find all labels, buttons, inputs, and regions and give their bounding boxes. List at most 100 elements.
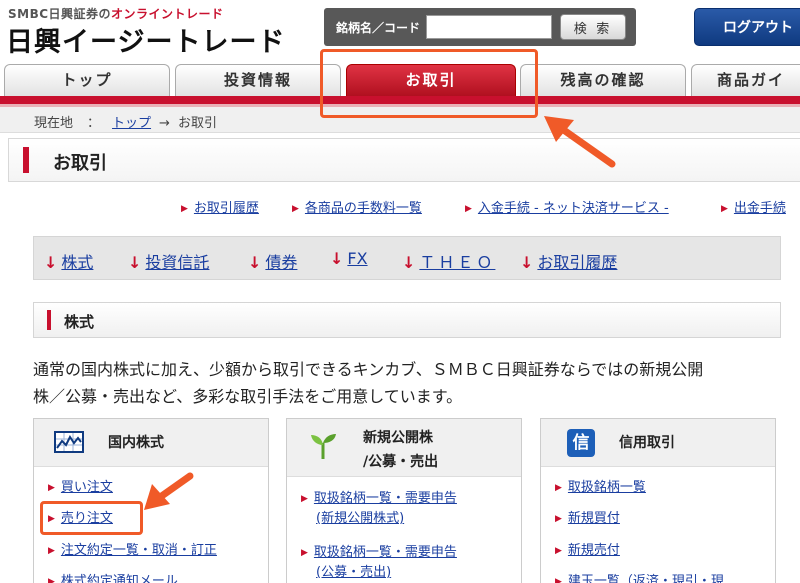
callout-box-sell-order xyxy=(40,501,143,535)
card-link-sublabel: (新規公開株式) xyxy=(316,511,405,526)
margin-list-link[interactable]: ▶ 取扱銘柄一覧 xyxy=(555,478,646,498)
triangle-bullet-icon: ▶ xyxy=(48,483,55,493)
anchor-link-label: 債券 xyxy=(265,253,298,272)
anchor-link-stocks[interactable]: ↓ 株式 xyxy=(44,249,93,273)
quick-link-withdrawal[interactable]: ▶ 出金手続 xyxy=(721,197,786,216)
section-accent-mark xyxy=(47,310,51,330)
triangle-bullet-icon: ▶ xyxy=(181,204,188,214)
triangle-bullet-icon: ▶ xyxy=(301,494,308,504)
quick-links: ▶ お取引履歴 ▶ 各商品の手数料一覧 ▶ 入金手続 - ネット決済サービス - ▶ 出… xyxy=(0,197,800,217)
card-link-label: 注文約定一覧・取消・訂正 xyxy=(60,543,217,558)
search-button[interactable]: 検 索 xyxy=(560,14,626,40)
anchor-link-label: 株式 xyxy=(61,253,94,272)
triangle-bullet-icon: ▶ xyxy=(292,204,299,214)
triangle-bullet-icon: ▶ xyxy=(48,577,55,583)
quick-link-trade-history[interactable]: ▶ お取引履歴 xyxy=(181,197,259,216)
card-ipo: 新規公開株 /公募・売出 ▶ 取扱銘柄一覧・需要申告 (新規公開株式) ▶ 取扱銘柄一… xyxy=(286,418,522,583)
card-title-line-2: /公募・売出 xyxy=(363,454,439,470)
card-link-label: 取扱銘柄一覧 xyxy=(567,480,646,495)
down-arrow-icon: ↓ xyxy=(44,253,58,272)
anchor-link-funds[interactable]: ↓ 投資信託 xyxy=(128,249,209,273)
callout-box-trading-tab xyxy=(320,49,538,118)
triangle-bullet-icon: ▶ xyxy=(301,548,308,558)
description-line-2: 株／公募・売出など、多彩な取引手法をご用意しています。 xyxy=(33,387,463,406)
description-line-1: 通常の国内株式に加え、少額から取引できるキンカブ、ＳＭＢＣ日興証券ならではの新規… xyxy=(33,360,704,379)
chart-icon xyxy=(54,431,84,453)
ipo-list-link[interactable]: ▶ 取扱銘柄一覧・需要申告 (新規公開株式) xyxy=(301,489,457,529)
order-list-link[interactable]: ▶ 注文約定一覧・取消・訂正 xyxy=(48,541,217,561)
section-anchor-bar: ↓ 株式 ↓ 投資信託 ↓ 債券 ↓ FX ↓ ＴＨＥＯ ↓ お取引履歴 xyxy=(33,236,781,280)
brand-subtitle-prefix: SMBC日興証券の xyxy=(8,7,112,21)
card-link-label: 取扱銘柄一覧・需要申告 xyxy=(313,545,457,560)
triangle-bullet-icon: ▶ xyxy=(555,546,562,556)
down-arrow-icon: ↓ xyxy=(520,253,534,272)
anchor-link-bonds[interactable]: ↓ 債券 xyxy=(248,249,297,273)
public-offering-list-link[interactable]: ▶ 取扱銘柄一覧・需要申告 (公募・売出) xyxy=(301,543,457,583)
triangle-bullet-icon: ▶ xyxy=(48,546,55,556)
anchor-link-label: ＴＨＥＯ xyxy=(419,253,496,272)
tab-balance[interactable]: 残高の確認 xyxy=(520,64,686,96)
search-label: 銘柄名／コード xyxy=(336,21,421,35)
logout-button[interactable]: ログアウト xyxy=(694,8,800,46)
execution-mail-link[interactable]: ▶ 株式約定通知メール xyxy=(48,572,178,583)
brand-subtitle-accent: オンライントレード xyxy=(111,7,224,21)
card-margin-trading: 信 信用取引 ▶ 取扱銘柄一覧 ▶ 新規買付 ▶ 新規売付 ▶ 建玉一覧（返済・現引・現 xyxy=(540,418,776,583)
card-link-label: 建玉一覧（返済・現引・現 xyxy=(567,574,724,583)
breadcrumb-home-link[interactable]: トップ xyxy=(112,116,151,131)
card-title-line-1: 新規公開株 xyxy=(363,430,433,446)
page-title-bar: お取引 xyxy=(8,138,800,182)
card-link-label: 株式約定通知メール xyxy=(60,574,178,583)
tab-top[interactable]: トップ xyxy=(4,64,170,96)
down-arrow-icon: ↓ xyxy=(128,253,142,272)
down-arrow-icon: ↓ xyxy=(330,249,344,268)
stock-search-box: 銘柄名／コード 検 索 xyxy=(324,8,636,46)
buy-order-link[interactable]: ▶ 買い注文 xyxy=(48,478,113,498)
triangle-bullet-icon: ▶ xyxy=(555,514,562,524)
anchor-link-trade-history[interactable]: ↓ お取引履歴 xyxy=(520,249,617,273)
card-link-sublabel: (公募・売出) xyxy=(316,565,392,580)
down-arrow-icon: ↓ xyxy=(402,253,416,272)
page-title: お取引 xyxy=(53,153,107,174)
anchor-link-theo[interactable]: ↓ ＴＨＥＯ xyxy=(402,249,495,273)
card-link-label: 新規買付 xyxy=(567,511,620,526)
card-title: 国内株式 xyxy=(108,435,164,451)
down-arrow-icon: ↓ xyxy=(248,253,262,272)
margin-buy-link[interactable]: ▶ 新規買付 xyxy=(555,509,620,529)
anchor-link-label: お取引履歴 xyxy=(537,253,618,272)
quick-link-deposit[interactable]: ▶ 入金手続 - ネット決済サービス - xyxy=(465,197,669,216)
section-title: 株式 xyxy=(64,313,95,331)
card-link-label: 買い注文 xyxy=(60,480,113,495)
anchor-link-fx[interactable]: ↓ FX xyxy=(330,249,368,268)
tab-product-guide[interactable]: 商品ガイ xyxy=(691,64,800,96)
quick-link-label: お取引履歴 xyxy=(193,201,259,216)
callout-arrow-icon xyxy=(144,472,194,510)
card-link-label: 新規売付 xyxy=(567,543,620,558)
title-accent-mark xyxy=(23,147,29,173)
breadcrumb-current: お取引 xyxy=(177,116,217,131)
card-link-label: 取扱銘柄一覧・需要申告 xyxy=(313,491,457,506)
stock-search-input[interactable] xyxy=(426,15,552,39)
card-header: 信 信用取引 xyxy=(541,419,775,467)
triangle-bullet-icon: ▶ xyxy=(555,577,562,583)
anchor-link-label: FX xyxy=(347,249,368,268)
section-description: 通常の国内株式に加え、少額から取引できるキンカブ、ＳＭＢＣ日興証券ならではの新規… xyxy=(33,356,783,410)
position-list-link[interactable]: ▶ 建玉一覧（返済・現引・現 xyxy=(555,572,724,583)
shin-icon: 信 xyxy=(567,429,595,457)
quick-link-label: 出金手続 xyxy=(733,201,786,216)
breadcrumb-arrow: → xyxy=(159,116,170,131)
brand-logo[interactable]: 日興イージートレード xyxy=(6,20,285,59)
margin-sell-link[interactable]: ▶ 新規売付 xyxy=(555,541,620,561)
sprout-icon xyxy=(311,434,336,459)
card-title: 信用取引 xyxy=(619,435,675,451)
breadcrumb-prefix: 現在地 xyxy=(34,116,74,131)
quick-link-fee-list[interactable]: ▶ 各商品の手数料一覧 xyxy=(292,197,422,216)
tab-investment-info[interactable]: 投資情報 xyxy=(175,64,341,96)
triangle-bullet-icon: ▶ xyxy=(721,204,728,214)
card-header: 国内株式 xyxy=(34,419,268,467)
quick-link-label: 入金手続 - ネット決済サービス - xyxy=(477,201,669,216)
anchor-link-label: 投資信託 xyxy=(145,253,210,272)
quick-link-label: 各商品の手数料一覧 xyxy=(304,201,422,216)
card-header: 新規公開株 /公募・売出 xyxy=(287,419,521,477)
triangle-bullet-icon: ▶ xyxy=(465,204,472,214)
breadcrumb-separator: ： xyxy=(87,116,101,131)
